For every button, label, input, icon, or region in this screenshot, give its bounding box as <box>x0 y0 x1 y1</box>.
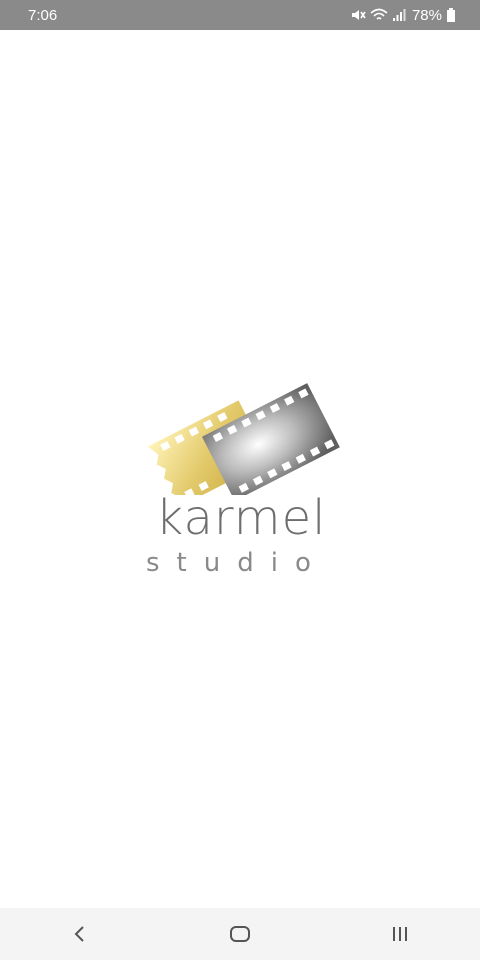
battery-icon <box>446 8 456 22</box>
splash-screen: karmel studio <box>0 30 480 908</box>
home-icon <box>230 926 250 942</box>
back-button[interactable] <box>50 908 110 960</box>
film-strip-logo-icon <box>147 383 340 495</box>
mute-icon <box>350 8 366 22</box>
brand-subtitle: studio <box>146 548 328 578</box>
back-icon <box>74 926 84 942</box>
brand-name: karmel <box>155 490 327 546</box>
status-time: 7:06 <box>28 6 58 24</box>
navigation-bar <box>0 908 480 960</box>
brand-logo: karmel studio <box>140 360 340 610</box>
recents-button[interactable] <box>370 908 430 960</box>
recents-icon <box>393 927 407 941</box>
signal-icon <box>392 8 406 22</box>
status-bar: 7:06 78% <box>0 0 480 30</box>
home-button[interactable] <box>210 908 270 960</box>
battery-percent: 78% <box>411 6 442 24</box>
status-icons: 78% <box>350 7 456 24</box>
wifi-icon <box>370 8 388 22</box>
